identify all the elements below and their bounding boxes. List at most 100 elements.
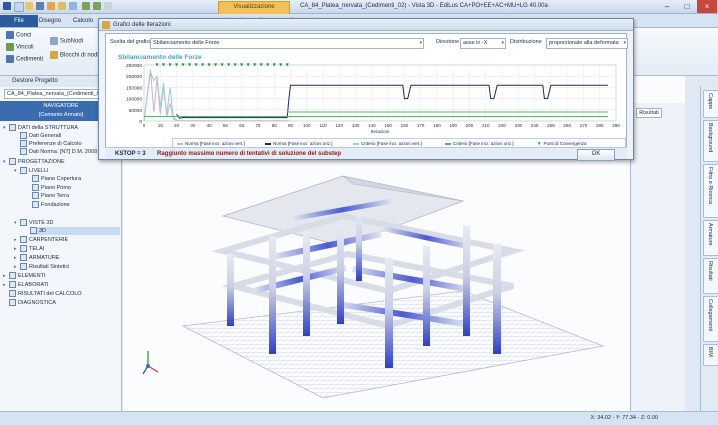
folder-icon [9,281,16,288]
tree-item[interactable]: ▸ ELEMENTI [3,272,46,280]
tree-item[interactable]: ▾ VISTE 3D [14,219,53,227]
tree-item[interactable]: ▸ TELAI [14,245,44,253]
print-icon[interactable] [58,2,66,10]
side-tab-risultati[interactable]: Risultati [703,258,718,294]
dialog-content: Scelta del grafico Sbilanciamento delle … [105,33,628,156]
tree-item[interactable]: Dati Norma: [NT] D.M. 2008 [20,148,97,156]
legend-swatch [353,142,359,145]
title-bar: Visualizzazione CA_84_Platea_nervata_(Ce… [0,0,718,15]
side-tab-armature[interactable]: Armature [703,220,718,256]
x-tick-label: 190 [449,123,457,128]
tab-file[interactable]: File [0,15,38,27]
graph-choice-select[interactable]: Sbilanciamento delle Forze ▾ [150,38,424,49]
zoom-icon[interactable] [69,2,77,10]
tree-item[interactable]: ▸ CARPENTERIE [14,236,68,244]
side-tab-cappe[interactable]: Cappe [703,90,718,118]
tree-item[interactable]: ▸ ELABORATI [3,281,48,289]
right-panel [630,103,685,411]
cedimenti-icon [6,55,14,63]
kstop-bar: KSTOP = 3 Raggiunto massimo numero di te… [105,147,627,161]
tree-item[interactable]: Piano Primo [32,184,71,192]
status-bar: X: 34.02 - Y: 77.34 - Z: 0.00 [0,411,718,425]
import-icon[interactable] [47,2,55,10]
tree-item[interactable]: DIAGNOSTICA [9,299,56,307]
graph-choice-label: Scelta del grafico [110,39,153,45]
side-tab-filtro[interactable]: Filtro e Ricerca [703,164,718,218]
y-tick-label: 200000 [126,74,142,80]
tree-item[interactable]: Piano Terra [32,192,69,200]
redo-icon[interactable] [93,2,101,10]
x-tick-label: 100 [303,123,311,128]
x-tick-label: 270 [580,123,588,128]
folder-icon [20,167,27,174]
folder-icon [9,158,16,165]
tree-item[interactable]: ▾ PROGETTAZIONE [3,158,65,166]
new-file-icon[interactable] [14,2,24,12]
conci-button[interactable]: Conci [6,31,31,39]
folder-icon [9,124,16,131]
results-icon [9,290,16,297]
tree-item[interactable]: RISULTATI del CALCOLO [9,290,82,298]
tree-item[interactable]: Dati Generali [20,132,61,140]
chart-title: Sbilanciamento delle Forze [118,54,202,61]
legend-item: ▼ Punti di Convergenza [537,141,587,146]
tree-item[interactable]: ▾ DATI della STRUTTURA [3,124,78,132]
tree-item[interactable]: Piano Copertura [32,175,81,183]
tree-item[interactable]: ▾ LIVELLI [14,167,49,175]
plot-area [143,64,617,122]
tab-calcolo[interactable]: Calcolo [68,15,98,27]
legend-item: Criterio [Fase incr. azioni vert.] [353,141,422,146]
x-tick-label: 50 [223,123,229,128]
side-tab-bim[interactable]: BIM [703,344,718,366]
x-tick-label: 170 [417,123,425,128]
x-tick-label: 90 [288,123,294,128]
open-folder-icon[interactable] [25,2,33,10]
document-icon [20,148,27,155]
save-icon[interactable] [36,2,44,10]
tree-item-selected[interactable]: 3D [30,227,120,235]
folder-icon [20,219,27,226]
x-tick-label: 220 [498,123,506,128]
blocchi-button[interactable]: Blocchi di nodi [50,51,99,59]
side-tab-background[interactable]: Background [703,120,718,162]
close-window-button[interactable]: × [697,0,717,13]
legend-item: Norma [Fase incr. azioni oriz.] [265,141,333,146]
direction-label: Direzione [436,39,460,45]
context-tab[interactable]: Visualizzazione [218,1,290,15]
x-tick-label: 250 [547,123,555,128]
x-tick-label: 240 [531,123,539,128]
folder-icon [20,263,27,270]
minimize-button[interactable]: – [657,0,677,13]
tree-item[interactable]: Fondazione [32,201,70,209]
x-tick-label: 120 [336,123,344,128]
view-3d-icon [30,227,37,234]
ok-button[interactable]: OK [577,149,615,161]
blocchi-icon [50,51,58,59]
subnodi-icon [50,37,58,45]
x-tick-label: 140 [368,123,376,128]
folder-icon [20,254,27,261]
maximize-button[interactable]: □ [677,0,697,13]
tab-risultati[interactable]: Risultati [636,108,662,118]
cedimenti-button[interactable]: Cedimenti [6,55,43,63]
chevron-down-icon: ▾ [623,40,626,46]
subnodi-button[interactable]: SubNodi [50,37,83,45]
tab-disegno[interactable]: Disegno [34,15,66,27]
kstop-message: Raggiunto massimo numero di tentativi di… [157,151,342,157]
app-logo-icon [3,2,11,10]
side-tab-collegamenti[interactable]: Collegamenti [703,296,718,342]
tree-item[interactable]: ▸ ARMATURE [14,254,59,262]
vincoli-button[interactable]: Vincoli [6,43,34,51]
iterations-chart: 0500001000001500002000002500000 10 20 30 40 5… [126,63,620,134]
x-tick-label: 230 [515,123,523,128]
undo-icon[interactable] [82,2,90,10]
tree-item[interactable]: ▸ Risultati Sintetici [14,263,69,271]
tree-item[interactable]: Preferenze di Calcolo [20,140,82,148]
distribution-select[interactable]: proporzionale alla deformata ▾ [546,38,628,49]
direction-select[interactable]: asse in -X ▾ [460,38,506,49]
y-tick-label: 100000 [126,97,142,103]
level-icon [32,201,39,208]
folder-icon [9,272,16,279]
settings-icon[interactable] [104,2,112,10]
x-tick-label: 130 [352,123,360,128]
